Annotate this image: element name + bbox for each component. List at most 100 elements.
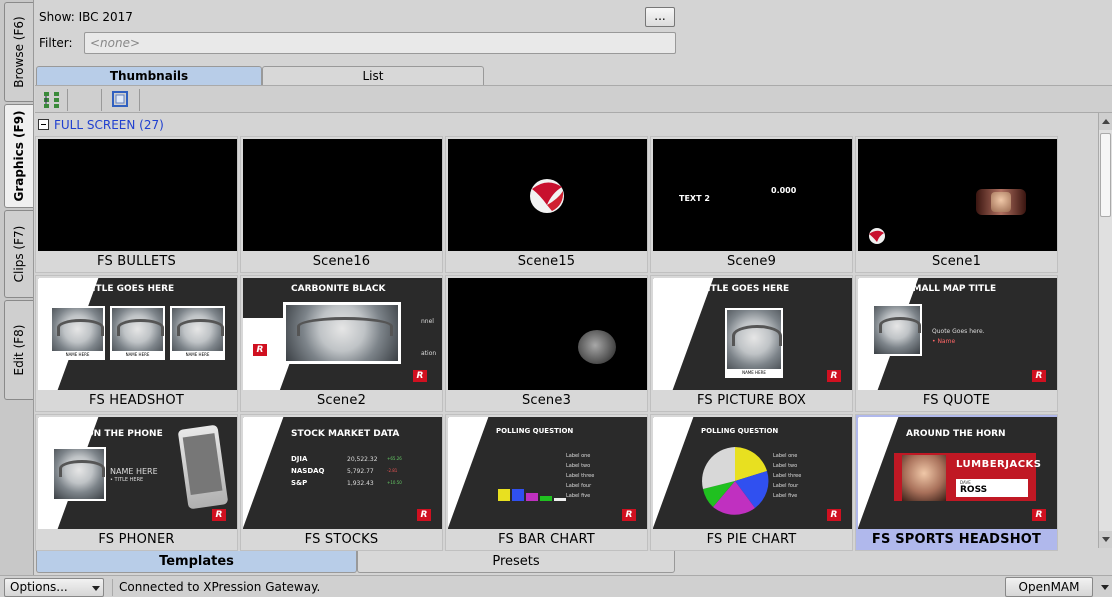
scroll-down-icon[interactable] — [1099, 531, 1112, 548]
legend-label: Label two — [566, 463, 591, 469]
template-tile[interactable]: Scene15 — [445, 136, 648, 273]
thumb-title: AROUND THE HORN — [906, 429, 1006, 439]
stock-value: 20,522.32 — [347, 456, 378, 463]
group-header[interactable]: FULL SCREEN (27) — [38, 117, 164, 133]
openmam-button[interactable]: OpenMAM — [1005, 577, 1093, 597]
template-tile[interactable]: ON THE PHONE NAME HERE • TITLE HERE R FS… — [35, 414, 238, 551]
phoner-title: • TITLE HERE — [110, 477, 144, 483]
thumbnail — [448, 278, 647, 390]
stock-name: NASDAQ — [291, 467, 325, 475]
video-frame — [976, 189, 1026, 215]
blurred-sphere — [578, 330, 616, 364]
person-face — [991, 192, 1011, 212]
tab-templates[interactable]: Templates — [36, 551, 357, 573]
tab-clips[interactable]: Clips (F7) — [4, 210, 33, 298]
headshot-caption: NAME HERE — [727, 369, 781, 376]
template-tile[interactable]: Scene1 — [855, 136, 1058, 273]
thumbnail: POLLING QUESTION Label one Label two Lab… — [653, 417, 852, 529]
stock-change: +65.26 — [387, 456, 402, 461]
white-band — [448, 417, 489, 529]
thumb-title: SMALL MAP TITLE — [906, 284, 997, 294]
thumbnail: ON THE PHONE NAME HERE • TITLE HERE R — [38, 417, 237, 529]
browse-show-button[interactable]: ... — [645, 7, 675, 27]
tree-view-icon[interactable] — [41, 89, 63, 110]
template-tile[interactable]: POLLING QUESTION Label one Label two Lab… — [650, 414, 853, 551]
fullscreen-icon[interactable] — [109, 89, 131, 110]
tile-label: FS STOCKS — [304, 532, 379, 547]
phone-image — [177, 424, 229, 510]
headshot-image: NAME HERE — [50, 306, 105, 360]
brand-logo-icon: R — [212, 509, 226, 521]
show-label: Show: IBC 2017 — [39, 10, 133, 24]
template-tile[interactable]: Scene16 — [240, 136, 443, 273]
thumbnail: TITLE GOES HERE NAME HERE R — [653, 278, 852, 390]
tile-label: Scene2 — [316, 393, 367, 408]
toolbar-separator — [139, 89, 140, 111]
tab-thumbnails[interactable]: Thumbnails — [36, 66, 262, 85]
tab-list[interactable]: List — [262, 66, 484, 85]
team-banner: LUMBERJACKS DAVE ROSS — [894, 453, 1041, 501]
white-band — [243, 417, 284, 529]
stock-value: 5,792.77 — [347, 468, 374, 475]
options-button[interactable]: Options... — [4, 578, 104, 597]
template-tile[interactable]: TEXT 2 0.000 Scene9 — [650, 136, 853, 273]
tile-label: FS PIE CHART — [706, 532, 797, 547]
bar — [498, 489, 510, 501]
white-band — [858, 417, 899, 529]
template-tile[interactable]: TITLE GOES HERE NAME HERE NAME HERE NAME… — [35, 275, 238, 412]
tab-presets[interactable]: Presets — [357, 551, 675, 573]
thumb-title: CARBONITE BLACK — [291, 284, 386, 294]
stock-change: -2.81 — [387, 468, 398, 473]
legend-label: Label three — [773, 473, 802, 479]
thumbnail — [243, 139, 442, 251]
headshot-caption: NAME HERE — [172, 351, 223, 358]
brand-logo-icon: R — [1032, 370, 1046, 382]
brand-logo-icon: R — [1032, 509, 1046, 521]
stock-change: +10.50 — [387, 480, 402, 485]
scroll-thumb[interactable] — [1100, 133, 1111, 217]
tab-graphics[interactable]: Graphics (F9) — [4, 104, 33, 208]
legend-label: Label four — [773, 483, 799, 489]
template-tile[interactable]: TITLE GOES HERE NAME HERE R FS PICTURE B… — [650, 275, 853, 412]
template-tile[interactable]: STOCK MARKET DATA DJIA 20,522.32 +65.26 … — [240, 414, 443, 551]
bar — [512, 489, 524, 501]
chevron-down-icon — [92, 586, 100, 591]
template-tile[interactable]: CARBONITE BLACK nnel ation R R Scene2 — [240, 275, 443, 412]
legend-label: Label three — [566, 473, 595, 479]
brand-logo-icon: R — [827, 370, 841, 382]
vertical-scrollbar[interactable] — [1098, 113, 1112, 548]
side-tab-bar: Browse (F6) Graphics (F9) Clips (F7) Edi… — [0, 0, 34, 575]
tile-label: Scene1 — [931, 254, 982, 269]
scroll-up-icon[interactable] — [1099, 113, 1112, 130]
legend-label: Label one — [566, 453, 591, 459]
tile-label: Scene16 — [312, 254, 371, 269]
connection-status: Connected to XPression Gateway. — [112, 579, 320, 596]
template-tile-selected[interactable]: AROUND THE HORN LUMBERJACKS DAVE ROSS R … — [855, 414, 1058, 551]
tab-graphics-label: Graphics (F9) — [12, 110, 26, 202]
tile-label: FS BULLETS — [97, 254, 176, 269]
headshot-caption: NAME HERE — [112, 351, 163, 358]
tile-label: FS PICTURE BOX — [696, 393, 806, 408]
name-plate: DAVE ROSS — [956, 479, 1028, 497]
thumbnail: POLLING QUESTION Label one Label two Lab… — [448, 417, 647, 529]
phone-screen — [182, 433, 223, 495]
template-tile[interactable]: FS BULLETS — [35, 136, 238, 273]
tile-label: FS SPORTS HEADSHOT — [871, 532, 1042, 547]
tile-label: Scene15 — [517, 254, 576, 269]
tab-edit[interactable]: Edit (F8) — [4, 300, 33, 400]
thumb-title: TITLE GOES HERE — [86, 284, 175, 294]
thumbnail — [38, 139, 237, 251]
thumbnail: STOCK MARKET DATA DJIA 20,522.32 +65.26 … — [243, 417, 442, 529]
filter-field[interactable]: <none> — [84, 32, 676, 54]
legend-label: Label five — [566, 493, 591, 499]
stock-name: S&P — [291, 479, 308, 487]
template-tile[interactable]: Scene3 — [445, 275, 648, 412]
tile-label: FS QUOTE — [922, 393, 991, 408]
chevron-down-icon[interactable] — [1101, 585, 1109, 590]
phoner-name: NAME HERE — [110, 467, 158, 476]
collapse-icon[interactable] — [38, 119, 49, 130]
template-tile[interactable]: SMALL MAP TITLE Quote Goes here. • Name … — [855, 275, 1058, 412]
headshot-image — [283, 302, 401, 364]
tab-browse[interactable]: Browse (F6) — [4, 2, 33, 102]
template-tile[interactable]: POLLING QUESTION Label one Label two Lab… — [445, 414, 648, 551]
